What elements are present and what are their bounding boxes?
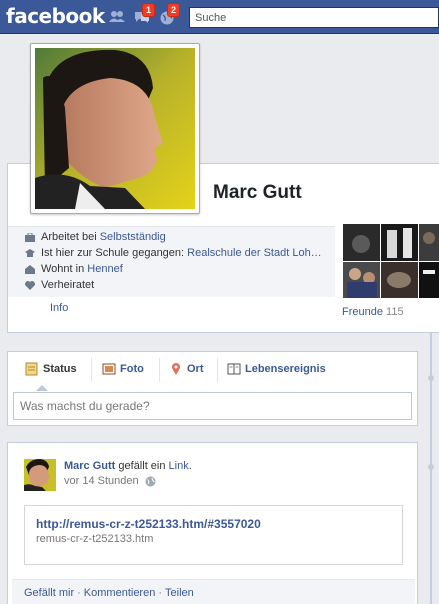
status-input[interactable] [13, 392, 412, 420]
info-work-link[interactable]: Selbstständig [100, 231, 166, 243]
messages-icon[interactable]: 1 [133, 3, 156, 26]
facebook-logo[interactable]: facebook [6, 4, 105, 28]
share-link[interactable]: Teilen [165, 587, 194, 599]
action-separator: · [77, 587, 81, 599]
profile-name[interactable]: Marc Gutt [213, 182, 302, 204]
location-pin-icon [172, 363, 180, 375]
story-actions-bar: Gefällt mir · Kommentieren · Teilen [12, 579, 415, 604]
top-navigation-bar: facebook 1 2 [0, 0, 439, 34]
info-home-prefix: Wohnt in [41, 263, 88, 275]
story-object-suffix: . [188, 460, 192, 472]
info-school-prefix: Ist hier zur Schule gegangen: [41, 247, 188, 259]
life-event-book-icon [227, 363, 241, 375]
tab-divider [91, 358, 92, 382]
info-relationship-text: Verheiratet [41, 279, 95, 291]
search-input[interactable] [189, 7, 439, 28]
profile-picture[interactable] [30, 43, 200, 214]
active-tab-arrow [36, 385, 48, 391]
messages-count-badge: 1 [142, 3, 156, 17]
friends-count-label[interactable]: Freunde 115 [342, 306, 404, 318]
shared-link-box[interactable]: http://remus-cr-z-t252133.htm/#3557020 r… [24, 505, 403, 565]
status-pencil-icon [25, 362, 38, 376]
tab-life-event-label: Lebensereignis [245, 363, 326, 375]
status-composer: Status Foto Ort Lebensereignis [7, 351, 418, 426]
timeline-spine-dot [428, 464, 434, 470]
story-verb: gefällt ein [115, 460, 169, 472]
tab-photo-label: Foto [120, 363, 144, 375]
action-separator: · [158, 587, 163, 599]
tab-location-label: Ort [187, 363, 204, 375]
friends-link[interactable]: Freunde [342, 306, 383, 318]
story-object-link[interactable]: Link [169, 460, 189, 472]
like-link[interactable]: Gefällt mir [24, 587, 74, 599]
tab-divider [159, 358, 160, 382]
story-headline: Marc Gutt gefällt ein Link. [64, 460, 192, 472]
tab-divider [217, 358, 218, 382]
photo-icon [102, 363, 116, 375]
story-timestamp[interactable]: vor 14 Stunden [64, 475, 139, 487]
shared-link-title[interactable]: http://remus-cr-z-t252133.htm/#3557020 [36, 517, 261, 531]
notifications-count-badge: 2 [167, 3, 181, 17]
tab-status-label: Status [43, 363, 77, 375]
timeline-story: Marc Gutt gefällt ein Link. vor 14 Stund… [7, 442, 418, 604]
friend-requests-icon[interactable] [108, 8, 126, 26]
info-work-prefix: Arbeitet bei [41, 231, 100, 243]
public-globe-icon[interactable] [145, 476, 156, 487]
story-actor-link[interactable]: Marc Gutt [64, 460, 115, 472]
comment-link[interactable]: Kommentieren [84, 587, 156, 599]
composer-tabs: Status Foto Ort Lebensereignis [8, 352, 417, 388]
info-school-link[interactable]: Realschule der Stadt Loh… [187, 247, 322, 259]
info-tab-link[interactable]: Info [50, 302, 68, 314]
notifications-globe-icon[interactable]: 2 [158, 3, 181, 26]
graduation-cap-icon [25, 249, 35, 257]
friends-count: 115 [386, 306, 404, 318]
info-home-link[interactable]: Hennef [87, 263, 122, 275]
briefcase-icon [25, 233, 35, 242]
friends-photo-grid[interactable] [343, 224, 439, 298]
timeline-spine-dot [428, 375, 434, 381]
profile-photo [35, 48, 195, 209]
heart-icon [25, 281, 35, 290]
shared-link-url: remus-cr-z-t252133.htm [36, 533, 154, 545]
story-avatar[interactable] [24, 459, 56, 491]
house-icon [25, 265, 35, 274]
